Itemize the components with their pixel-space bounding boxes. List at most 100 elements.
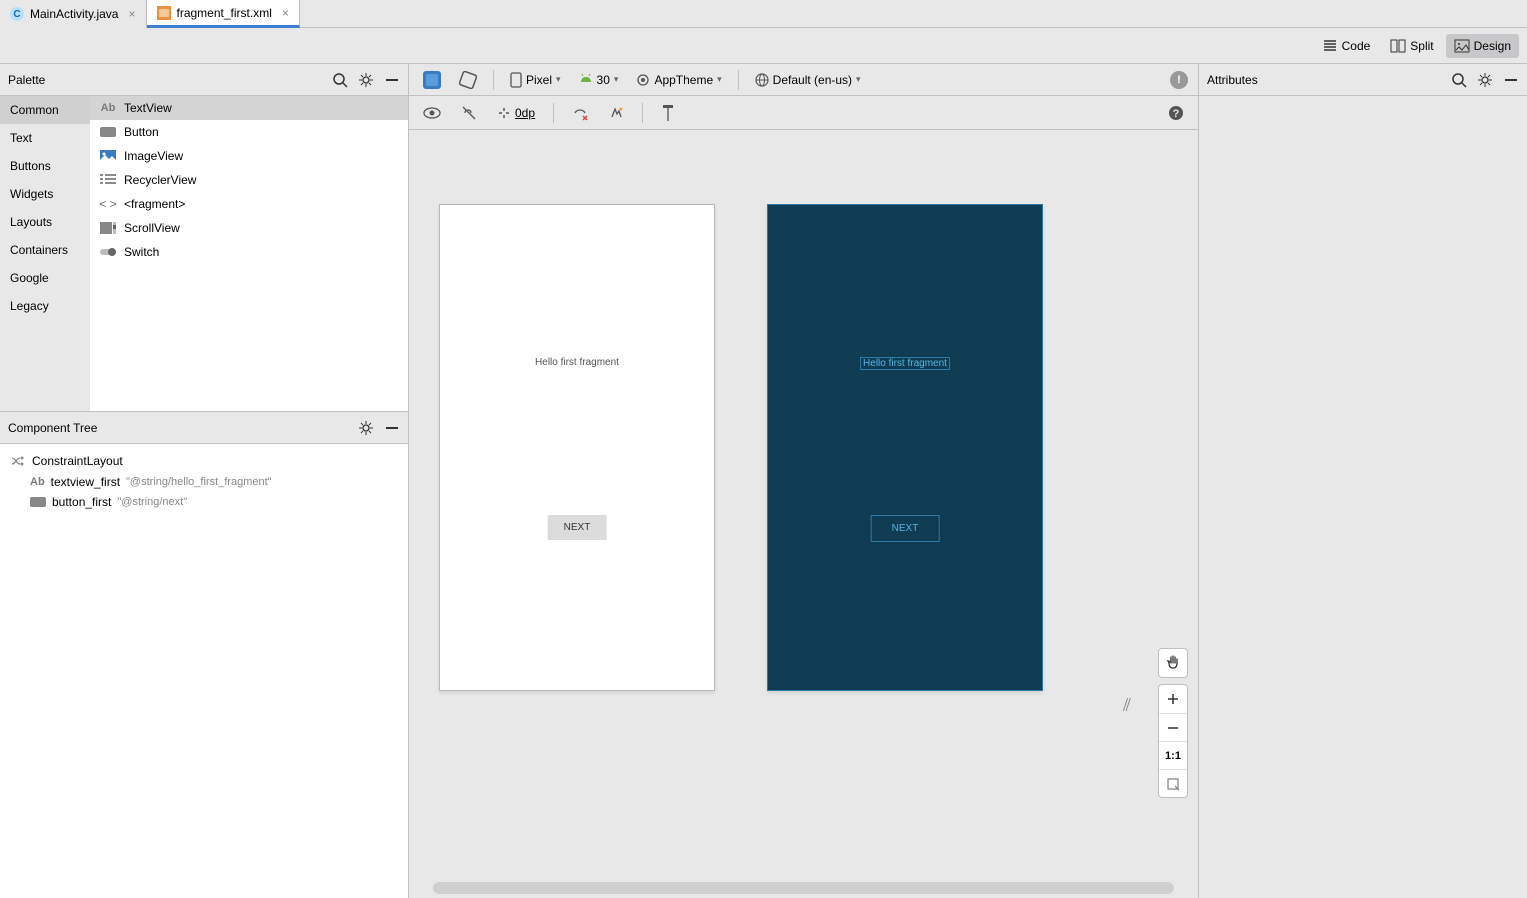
palette-cat-containers[interactable]: Containers xyxy=(0,236,90,264)
attributes-header: Attributes xyxy=(1199,64,1527,96)
palette-item-button[interactable]: Button xyxy=(90,120,408,144)
chevron-down-icon: ▾ xyxy=(614,74,619,85)
warning-badge[interactable]: ! xyxy=(1170,71,1188,89)
theme-icon xyxy=(636,73,650,87)
attributes-panel: Attributes xyxy=(1198,64,1527,898)
minimize-icon[interactable] xyxy=(384,420,400,436)
tab-label: MainActivity.java xyxy=(30,7,118,21)
tree-title: Component Tree xyxy=(8,421,97,435)
tree-item-button[interactable]: button_first "@string/next" xyxy=(0,492,408,512)
imageview-icon xyxy=(100,148,116,164)
search-icon[interactable] xyxy=(1451,72,1467,88)
split-view-button[interactable]: Split xyxy=(1382,34,1441,58)
device-select[interactable]: Pixel ▾ xyxy=(506,70,565,90)
view-label: Code xyxy=(1342,39,1371,53)
palette-cat-common[interactable]: Common xyxy=(0,96,90,124)
palette-body: Common Text Buttons Widgets Layouts Cont… xyxy=(0,96,408,412)
zoom-reset-button[interactable]: 1:1 xyxy=(1159,741,1187,769)
fragment-icon: < > xyxy=(100,196,116,212)
infer-constraints-icon[interactable] xyxy=(604,103,628,123)
design-editor: Pixel ▾ 30 ▾ AppTheme ▾ Default (en-us) … xyxy=(409,64,1198,898)
palette-cat-google[interactable]: Google xyxy=(0,264,90,292)
view-label: Design xyxy=(1474,39,1511,53)
api-select[interactable]: 30 ▾ xyxy=(575,71,623,89)
zoom-fit-icon[interactable] xyxy=(1159,769,1187,797)
help-icon[interactable]: ? xyxy=(1164,103,1188,123)
attributes-title: Attributes xyxy=(1207,73,1258,87)
palette-item-switch[interactable]: Switch xyxy=(90,240,408,264)
palette-cat-widgets[interactable]: Widgets xyxy=(0,180,90,208)
minimize-icon[interactable] xyxy=(384,72,400,88)
default-margin[interactable]: 0dp xyxy=(493,104,539,122)
gear-icon[interactable] xyxy=(358,420,374,436)
gear-icon[interactable] xyxy=(1477,72,1493,88)
chevron-down-icon: ▾ xyxy=(856,74,861,85)
close-icon[interactable]: × xyxy=(128,7,135,21)
tree-item-textview[interactable]: Ab textview_first "@string/hello_first_f… xyxy=(0,472,408,492)
search-icon[interactable] xyxy=(332,72,348,88)
android-icon xyxy=(579,73,593,87)
zoom-in-icon[interactable] xyxy=(1159,685,1187,713)
blueprint-button[interactable]: NEXT xyxy=(871,515,940,542)
class-icon: C xyxy=(10,7,24,21)
preview-button[interactable]: NEXT xyxy=(548,515,607,540)
palette-cat-layouts[interactable]: Layouts xyxy=(0,208,90,236)
design-surface-icon[interactable] xyxy=(419,69,445,91)
design-toolbar-second: 0dp ? xyxy=(409,96,1198,130)
clear-constraints-icon[interactable] xyxy=(568,103,592,123)
palette-item-textview[interactable]: Ab TextView xyxy=(90,96,408,120)
minimize-icon[interactable] xyxy=(1503,72,1519,88)
blueprint-surface[interactable]: Hello first fragment NEXT xyxy=(767,204,1043,691)
zoom-controls: 1:1 xyxy=(1158,648,1188,798)
view-mode-bar: Code Split Design xyxy=(0,28,1527,64)
view-label: Split xyxy=(1410,39,1433,53)
tab-fragment-first[interactable]: fragment_first.xml × xyxy=(147,0,300,28)
palette-cat-text[interactable]: Text xyxy=(0,124,90,152)
recyclerview-icon xyxy=(100,172,116,188)
palette-item-recyclerview[interactable]: RecyclerView xyxy=(90,168,408,192)
guidelines-icon[interactable] xyxy=(657,103,679,123)
scrollview-icon xyxy=(100,220,116,236)
zoom-out-icon[interactable] xyxy=(1159,713,1187,741)
tab-mainactivity[interactable]: C MainActivity.java × xyxy=(0,0,147,28)
globe-icon xyxy=(755,73,769,87)
pan-icon[interactable] xyxy=(1159,649,1187,677)
orientation-icon[interactable] xyxy=(455,69,481,91)
tree-root[interactable]: ConstraintLayout xyxy=(0,450,408,472)
button-icon xyxy=(100,124,116,140)
tab-label: fragment_first.xml xyxy=(177,6,272,20)
chevron-down-icon: ▾ xyxy=(717,74,722,85)
editor-tab-bar: C MainActivity.java × fragment_first.xml… xyxy=(0,0,1527,28)
design-view-button[interactable]: Design xyxy=(1446,34,1519,58)
blueprint-textview[interactable]: Hello first fragment xyxy=(860,357,950,370)
phone-icon xyxy=(510,72,522,88)
textview-icon: Ab xyxy=(100,100,116,116)
left-panel: Palette Common Text Buttons Widgets Layo… xyxy=(0,64,409,898)
resize-handle-icon[interactable]: ⫽ xyxy=(1123,695,1131,716)
gear-icon[interactable] xyxy=(358,72,374,88)
palette-item-imageview[interactable]: ImageView xyxy=(90,144,408,168)
horizontal-scrollbar[interactable] xyxy=(433,882,1174,894)
palette-items-list: Ab TextView Button ImageView RecyclerVie… xyxy=(90,96,408,411)
design-surface[interactable]: Hello first fragment NEXT xyxy=(439,204,715,691)
button-icon xyxy=(30,497,46,507)
palette-item-scrollview[interactable]: ScrollView xyxy=(90,216,408,240)
view-options-icon[interactable] xyxy=(419,105,445,121)
chevron-down-icon: ▾ xyxy=(556,74,561,85)
design-canvas[interactable]: Hello first fragment NEXT Hello first fr… xyxy=(409,130,1198,898)
design-toolbar-top: Pixel ▾ 30 ▾ AppTheme ▾ Default (en-us) … xyxy=(409,64,1198,96)
autoconnect-icon[interactable] xyxy=(457,103,481,123)
code-view-button[interactable]: Code xyxy=(1314,34,1379,58)
theme-select[interactable]: AppTheme ▾ xyxy=(632,71,725,89)
palette-header: Palette xyxy=(0,64,408,96)
close-icon[interactable]: × xyxy=(282,6,289,20)
palette-cat-buttons[interactable]: Buttons xyxy=(0,152,90,180)
split-icon xyxy=(1390,38,1406,54)
locale-select[interactable]: Default (en-us) ▾ xyxy=(751,71,865,89)
palette-cat-legacy[interactable]: Legacy xyxy=(0,292,90,320)
textview-icon: Ab xyxy=(30,476,45,488)
switch-icon xyxy=(100,244,116,260)
svg-text:?: ? xyxy=(1173,108,1180,120)
preview-textview[interactable]: Hello first fragment xyxy=(440,357,714,368)
palette-item-fragment[interactable]: < > <fragment> xyxy=(90,192,408,216)
